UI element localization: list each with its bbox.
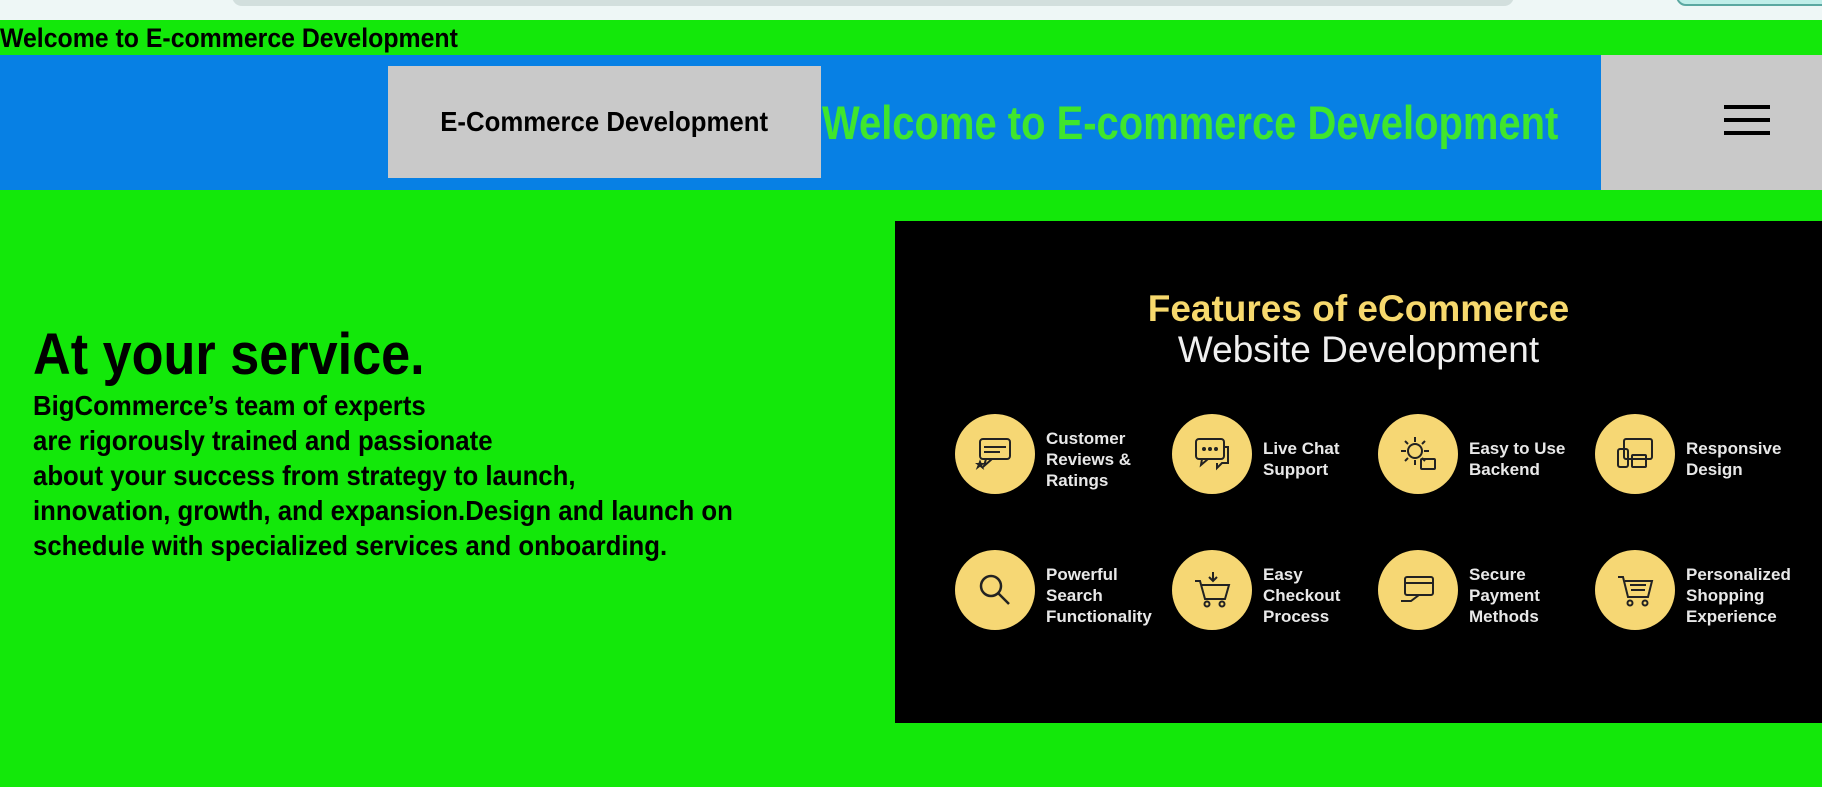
feature-label: Responsive Design <box>1686 439 1782 479</box>
reviews-icon <box>955 414 1035 494</box>
hero-description: BigCommerce’s team of experts are rigoro… <box>33 388 733 563</box>
features-image: Features of eCommerce Website Developmen… <box>895 221 1822 723</box>
hero-title: At your service. <box>33 322 425 387</box>
address-bar[interactable] <box>232 0 1514 6</box>
hero-line: are rigorously trained and passionate <box>33 425 493 456</box>
navbar-welcome-heading: Welcome to E-commerce Development <box>822 96 1559 149</box>
feature-label: Easy Checkout Process <box>1263 565 1341 626</box>
gear-icon <box>1378 414 1458 494</box>
hamburger-menu-icon[interactable] <box>1724 105 1770 135</box>
card-icon <box>1378 550 1458 630</box>
feature-item: Secure Payment Methods <box>1378 550 1588 634</box>
chat-icon <box>1172 414 1252 494</box>
feature-label: Secure Payment Methods <box>1469 565 1540 626</box>
hero-line: schedule with specialized services and o… <box>33 530 668 561</box>
navbar: E-Commerce Development Welcome to E-comm… <box>0 55 1822 190</box>
brand-text: E-Commerce Development <box>440 106 769 137</box>
browser-button[interactable] <box>1676 0 1822 6</box>
features-image-title: Features of eCommerce <box>1147 288 1570 329</box>
cart-icon <box>1172 550 1252 630</box>
menu-button[interactable] <box>1601 55 1822 190</box>
browser-chrome-strip <box>0 0 1822 20</box>
hero-line: BigCommerce’s team of experts <box>33 390 426 421</box>
feature-item: Powerful Search Functionality <box>955 550 1165 634</box>
devices-icon <box>1595 414 1675 494</box>
search-icon <box>955 550 1035 630</box>
feature-label: Powerful Search Functionality <box>1046 565 1152 626</box>
feature-item: Personalized Shopping Experience <box>1595 550 1805 634</box>
hero-line: about your success from strategy to laun… <box>33 460 576 491</box>
feature-label: Live Chat Support <box>1263 439 1340 479</box>
feature-item: Responsive Design <box>1595 414 1805 498</box>
brand-link[interactable]: E-Commerce Development <box>388 66 821 178</box>
top-banner-text: Welcome to E-commerce Development <box>0 23 458 53</box>
feature-label: Customer Reviews & Ratings <box>1046 429 1132 490</box>
feature-item: Live Chat Support <box>1172 414 1382 498</box>
feature-item: Easy to Use Backend <box>1378 414 1588 498</box>
feature-label: Easy to Use Backend <box>1469 439 1566 479</box>
feature-label: Personalized Shopping Experience <box>1686 565 1791 626</box>
feature-item: Easy Checkout Process <box>1172 550 1382 634</box>
hero-line: innovation, growth, and expansion.Design… <box>33 495 733 526</box>
feature-item: Customer Reviews & Ratings <box>955 414 1165 498</box>
features-image-subtitle: Website Development <box>1177 329 1540 370</box>
shopping-cart-icon <box>1595 550 1675 630</box>
